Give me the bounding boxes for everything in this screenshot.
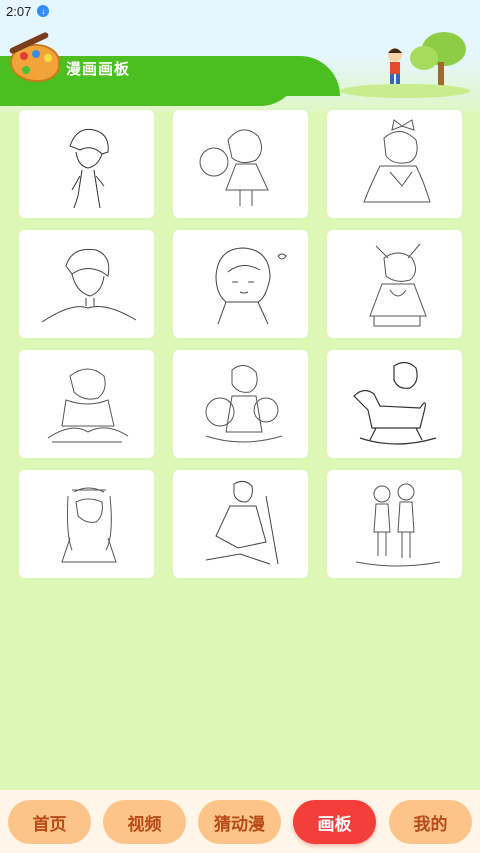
status-bar: 2:07 ↓: [0, 0, 480, 22]
tab-guess-anime-label: 猜动漫: [214, 814, 265, 835]
page-title: 漫画画板: [66, 60, 131, 78]
sketch-boy-portrait: [41, 248, 136, 323]
sketch-card[interactable]: [173, 230, 308, 338]
tab-profile-label: 我的: [413, 814, 448, 835]
tab-guess-anime[interactable]: 猜动漫: [198, 800, 281, 844]
sketch-boy-scarf: [47, 368, 128, 443]
sketch-boy-standing: [68, 128, 109, 209]
sketch-girl-kimono: [368, 243, 427, 327]
sketch-card[interactable]: [173, 110, 308, 218]
sketch-card[interactable]: [173, 350, 308, 458]
character-icon: [388, 48, 402, 84]
sketch-card[interactable]: [19, 110, 154, 218]
sketch-girl-balloon: [199, 129, 269, 206]
sketch-boy-with-pet: [205, 365, 282, 443]
sketch-girl-bow: [362, 119, 431, 203]
sketch-kid-rocking-horse: [352, 361, 436, 445]
sketch-card[interactable]: [327, 110, 462, 218]
header-decoration: [340, 32, 470, 102]
sketch-couple: [355, 483, 440, 567]
sketch-card[interactable]: [19, 350, 154, 458]
sketch-card[interactable]: [327, 230, 462, 338]
tab-video[interactable]: 视频: [103, 800, 186, 844]
tab-drawing-board-label: 画板: [317, 814, 352, 835]
download-icon: ↓: [37, 5, 50, 17]
tab-drawing-board[interactable]: 画板: [293, 800, 376, 844]
sketch-man-sword: [205, 480, 278, 565]
bottom-tab-bar: 首页 视频 猜动漫 画板 我的: [0, 790, 480, 853]
sketch-girl-portrait: [214, 247, 287, 325]
sketch-girl-long-hair: [60, 487, 117, 563]
tab-profile[interactable]: 我的: [389, 800, 472, 844]
sketch-card[interactable]: [19, 230, 154, 338]
sketch-card[interactable]: [327, 350, 462, 458]
sketch-card[interactable]: [327, 470, 462, 578]
sketch-card[interactable]: [19, 470, 154, 578]
tab-home-label: 首页: [32, 814, 67, 835]
sketch-card[interactable]: [173, 470, 308, 578]
tab-video-label: 视频: [127, 814, 162, 835]
header: 漫画画板: [0, 22, 480, 112]
sketch-grid: [19, 110, 462, 578]
status-time: 2:07: [6, 3, 32, 19]
tab-home[interactable]: 首页: [8, 800, 91, 844]
